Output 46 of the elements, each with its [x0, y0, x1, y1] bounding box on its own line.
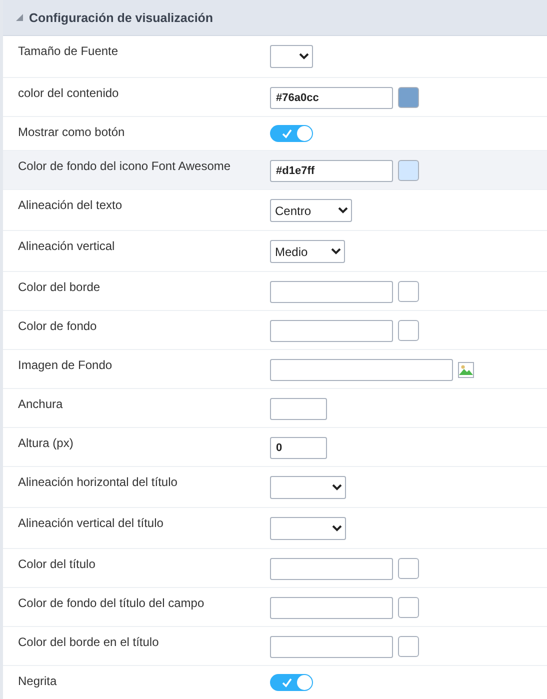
- color-field[interactable]: [270, 597, 393, 619]
- field-label: Mostrar como botón: [18, 124, 126, 139]
- color-swatch[interactable]: [398, 160, 419, 181]
- collapse-triangle-icon[interactable]: [16, 14, 23, 21]
- field-label: Color de fondo del icono Font Awesome: [18, 158, 232, 173]
- section-title: Configuración de visualización: [29, 10, 214, 24]
- dropdown[interactable]: [270, 517, 346, 540]
- field-label: Color del borde: [18, 279, 102, 294]
- text-field[interactable]: [270, 398, 327, 420]
- color-field[interactable]: [270, 636, 393, 658]
- field-label: Color del título: [18, 556, 96, 571]
- dropdown[interactable]: Centro: [270, 199, 352, 222]
- color-field[interactable]: #d1e7ff: [270, 160, 393, 182]
- color-swatch[interactable]: [398, 320, 419, 341]
- dropdown[interactable]: Medio: [270, 240, 345, 263]
- color-swatch[interactable]: [398, 281, 419, 302]
- field-label: Alineación vertical del título: [18, 515, 164, 530]
- field-label: Imagen de Fondo: [18, 357, 114, 372]
- field-label: Tamaño de Fuente: [18, 43, 120, 58]
- field-label: Alineación del texto: [18, 197, 124, 212]
- color-swatch[interactable]: [398, 87, 419, 108]
- color-swatch[interactable]: [398, 636, 419, 657]
- dropdown[interactable]: [270, 476, 346, 499]
- field-label: Color del borde en el título: [18, 634, 160, 649]
- field-label: Negrita: [18, 673, 58, 688]
- field-label: Color de fondo: [18, 318, 98, 333]
- color-field[interactable]: [270, 558, 393, 580]
- toggle-switch[interactable]: [270, 125, 313, 142]
- field-label: Altura (px): [18, 435, 74, 450]
- field-label: Alineación horizontal del título: [18, 474, 178, 489]
- toggle-switch[interactable]: [270, 674, 313, 691]
- text-field[interactable]: 0: [270, 437, 327, 459]
- field-label: Color de fondo del título del campo: [18, 595, 206, 610]
- field-label: Alineación vertical: [18, 238, 116, 253]
- color-swatch[interactable]: [398, 597, 419, 618]
- check-icon: [282, 129, 292, 139]
- image-icon[interactable]: [458, 362, 474, 378]
- color-field[interactable]: #76a0cc: [270, 87, 393, 109]
- color-swatch[interactable]: [398, 558, 419, 579]
- color-field[interactable]: [270, 320, 393, 342]
- field-label: Anchura: [18, 396, 64, 411]
- color-field[interactable]: [270, 281, 393, 303]
- image-field[interactable]: [270, 359, 453, 381]
- check-icon: [282, 678, 292, 688]
- dropdown[interactable]: [270, 45, 313, 68]
- field-label: color del contenido: [18, 85, 120, 100]
